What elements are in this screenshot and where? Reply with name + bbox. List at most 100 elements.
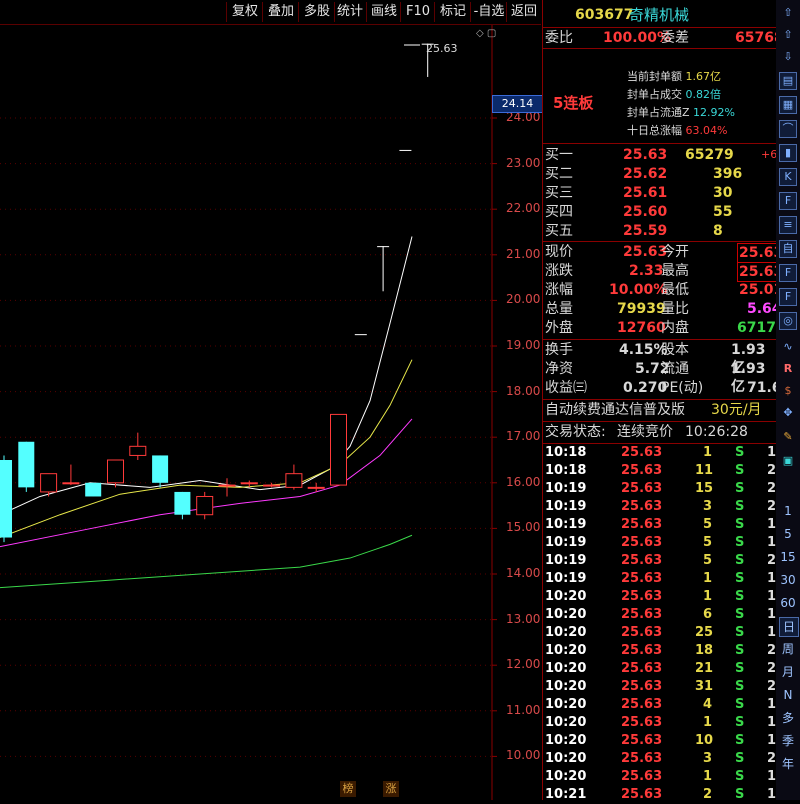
candle-body xyxy=(107,459,124,484)
self-icon[interactable]: 自 xyxy=(779,240,797,258)
period-button[interactable]: 月 xyxy=(779,663,797,681)
order-change: +6 xyxy=(761,148,778,161)
candle-body xyxy=(399,149,412,151)
orderbook-row[interactable]: 买五 25.59 8 xyxy=(543,222,776,240)
candle-body xyxy=(85,482,102,497)
tick-volume: 10 xyxy=(695,733,714,748)
period-button[interactable]: 年 xyxy=(779,755,797,773)
back-button[interactable]: 返回 xyxy=(506,2,541,22)
quote-icon[interactable]: ▤ xyxy=(779,72,797,90)
candle-icon[interactable]: ▮ xyxy=(779,144,797,162)
high-price-label: 25.63 xyxy=(426,42,458,55)
tick-row: 10:20 25.63 10 S 1 xyxy=(543,732,776,750)
tick-time: 10:19 xyxy=(545,535,587,550)
quote-row-4: 总量 79939 量比 5.64 xyxy=(545,301,782,317)
restore-rights-button[interactable]: 复权 xyxy=(226,2,263,22)
period-button[interactable]: 15 xyxy=(779,548,797,566)
tick-count: 2 xyxy=(767,643,777,658)
period-button[interactable]: N xyxy=(779,686,797,704)
period-button[interactable]: 60 xyxy=(779,594,797,612)
period-button[interactable]: 日 xyxy=(779,617,799,637)
tick-time: 10:19 xyxy=(545,481,587,496)
arrow-up-icon[interactable]: ⇧ xyxy=(779,26,797,44)
tick-time: 10:20 xyxy=(545,589,587,604)
dollar-icon[interactable]: $ xyxy=(779,382,797,400)
mark-button[interactable]: 标记 xyxy=(434,2,471,22)
tick-side: S xyxy=(735,535,745,550)
period-button[interactable]: 季 xyxy=(779,732,797,750)
draw-line-button[interactable]: 画线 xyxy=(366,2,401,22)
tick-time: 10:20 xyxy=(545,733,587,748)
limit-up-marker[interactable]: 涨 xyxy=(383,781,399,797)
tick-volume: 15 xyxy=(695,481,714,496)
tick-count: 2 xyxy=(767,481,777,496)
tick-time: 10:19 xyxy=(545,571,587,586)
circle-icon[interactable]: ◎ xyxy=(779,312,797,330)
tick-row: 10:20 25.63 18 S 2 xyxy=(543,642,776,660)
quote-row-2: 涨跌 2.33 最高 25.63 xyxy=(545,262,786,282)
tick-count: 1 xyxy=(767,445,777,460)
tick-side: S xyxy=(735,715,745,730)
grid-icon[interactable]: ▦ xyxy=(779,96,797,114)
tick-price: 25.63 xyxy=(621,769,663,784)
seal-float-row: 封单占流通Z 12.92% xyxy=(627,106,735,119)
f10-icon[interactable]: F xyxy=(779,192,797,210)
tick-row: 10:18 25.63 11 S 2 xyxy=(543,462,776,480)
tick-price: 25.63 xyxy=(621,463,663,478)
fund-row-3: 收益㈢ 0.270 PE(动) 71.6 xyxy=(545,380,782,396)
tick-count: 2 xyxy=(767,499,777,514)
tick-side: S xyxy=(735,553,745,568)
f12-icon[interactable]: F xyxy=(779,264,797,282)
overlay-button[interactable]: 叠加 xyxy=(262,2,299,22)
orderbook-row[interactable]: 买四 25.60 55 xyxy=(543,203,776,221)
orderbook-row[interactable]: 买三 25.61 30 xyxy=(543,184,776,202)
promo-banner[interactable]: 自动续费通达信普及版 30元/月 xyxy=(543,401,776,419)
orderbook-row[interactable]: 买一 25.63 65279 +6 xyxy=(543,146,778,164)
table-icon[interactable]: ≡ xyxy=(779,216,797,234)
watchlist-button[interactable]: -自选 xyxy=(470,2,507,22)
tick-row: 10:20 25.63 6 S 1 xyxy=(543,606,776,624)
tick-count: 1 xyxy=(767,715,777,730)
wave-icon[interactable]: ∿ xyxy=(779,338,797,356)
tick-side: S xyxy=(735,661,745,676)
line-chart-icon[interactable]: ⌒ xyxy=(779,120,797,138)
tick-time: 10:20 xyxy=(545,697,587,712)
period-button[interactable]: 周 xyxy=(779,640,797,658)
tick-volume: 31 xyxy=(695,679,714,694)
tick-volume: 21 xyxy=(695,661,714,676)
quote-row-3: 涨幅 10.00% 最低 25.01 xyxy=(545,282,784,298)
candle-body xyxy=(240,482,258,485)
orderbook-row[interactable]: 买二 25.62 396 xyxy=(543,165,776,183)
pencil-icon[interactable]: ✎ xyxy=(779,428,797,446)
f10-button[interactable]: F10 xyxy=(400,2,435,22)
period-button[interactable]: 1 xyxy=(779,502,797,520)
fund-row-2: 净资 5.72 流通 1.93亿 xyxy=(545,361,766,395)
candlestick-chart[interactable]: ◇ ▢ xyxy=(0,25,541,800)
chart-settings-icon[interactable]: ◇ ▢ xyxy=(476,28,496,39)
tick-count: 1 xyxy=(767,589,777,604)
ranking-marker[interactable]: 榜 xyxy=(340,781,356,797)
f7-icon[interactable]: F xyxy=(779,288,797,306)
quote-panel: 603677 奇精机械 委比 100.00% 委差 65768 当前封单额 1.… xyxy=(542,0,786,802)
lock-icon[interactable]: ▣ xyxy=(779,452,797,470)
multi-stock-button[interactable]: 多股 xyxy=(298,2,335,22)
period-button[interactable]: 30 xyxy=(779,571,797,589)
seal-amount-row: 当前封单额 1.67亿 xyxy=(627,70,721,83)
candle-body xyxy=(285,473,303,488)
tick-price: 25.63 xyxy=(621,589,663,604)
period-button[interactable]: 多 xyxy=(779,709,797,727)
order-price: 25.61 xyxy=(623,185,668,201)
tick-side: S xyxy=(735,463,745,478)
period-button[interactable]: 5 xyxy=(779,525,797,543)
k-icon[interactable]: Κ xyxy=(779,168,797,186)
candle-body xyxy=(62,482,80,485)
arrow-up-left-icon[interactable]: ⇧ xyxy=(779,4,797,22)
move-icon[interactable]: ✥ xyxy=(779,404,797,422)
stock-code: 603677 xyxy=(575,7,634,23)
tick-row: 10:21 25.63 2 S 1 xyxy=(543,786,776,804)
stats-button[interactable]: 统计 xyxy=(334,2,365,22)
tick-volume: 3 xyxy=(703,499,713,514)
arrow-down-icon[interactable]: ⇩ xyxy=(779,48,797,66)
rsi-icon[interactable]: R xyxy=(779,360,797,378)
price-tag: 24.14 xyxy=(492,95,543,113)
